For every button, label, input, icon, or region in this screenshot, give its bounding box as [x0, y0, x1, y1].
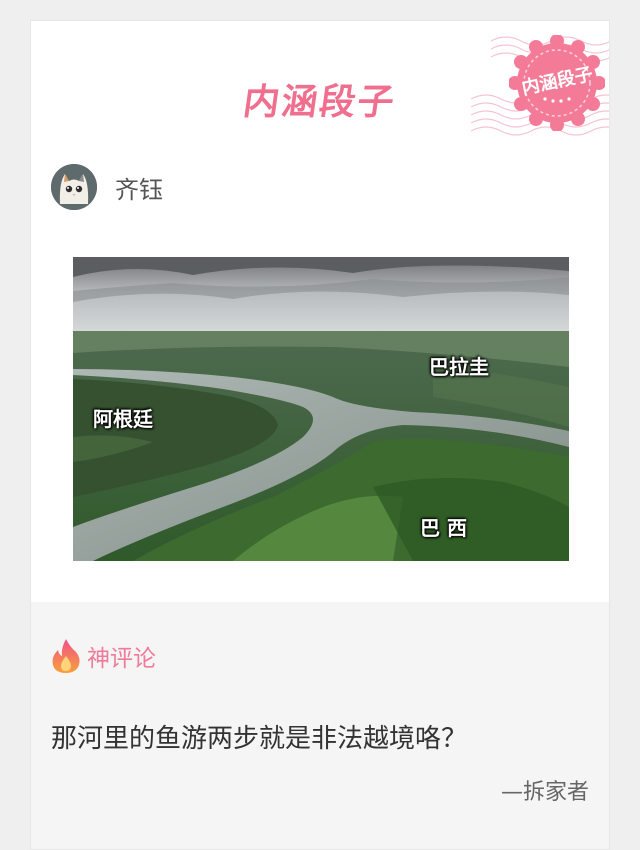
- banner-title: 内涵段子: [240, 82, 399, 123]
- cat-avatar-icon: [51, 164, 97, 210]
- post-card: 内涵段子 内涵段子 齐钰 巴拉圭 阿根廷 巴 西 神评论 那河里的鱼游两步就是非…: [30, 20, 610, 850]
- author-row[interactable]: 齐钰: [51, 163, 163, 211]
- label-paraguay: 巴拉圭: [429, 355, 489, 379]
- hot-comment-section: 神评论 那河里的鱼游两步就是非法越境咯？ —拆家者: [31, 602, 609, 849]
- author-name[interactable]: 齐钰: [115, 170, 163, 205]
- comment-text: 那河里的鱼游两步就是非法越境咯？: [51, 724, 468, 754]
- hot-comment-header: 神评论: [51, 638, 156, 674]
- label-argentina: 阿根廷: [93, 407, 153, 431]
- post-image[interactable]: 巴拉圭 阿根廷 巴 西: [73, 257, 569, 561]
- fire-icon: [52, 639, 80, 673]
- comment-author[interactable]: —拆家者: [501, 774, 589, 806]
- hot-comment-label: 神评论: [87, 646, 156, 672]
- avatar[interactable]: [51, 164, 97, 210]
- label-brazil: 巴 西: [420, 516, 467, 540]
